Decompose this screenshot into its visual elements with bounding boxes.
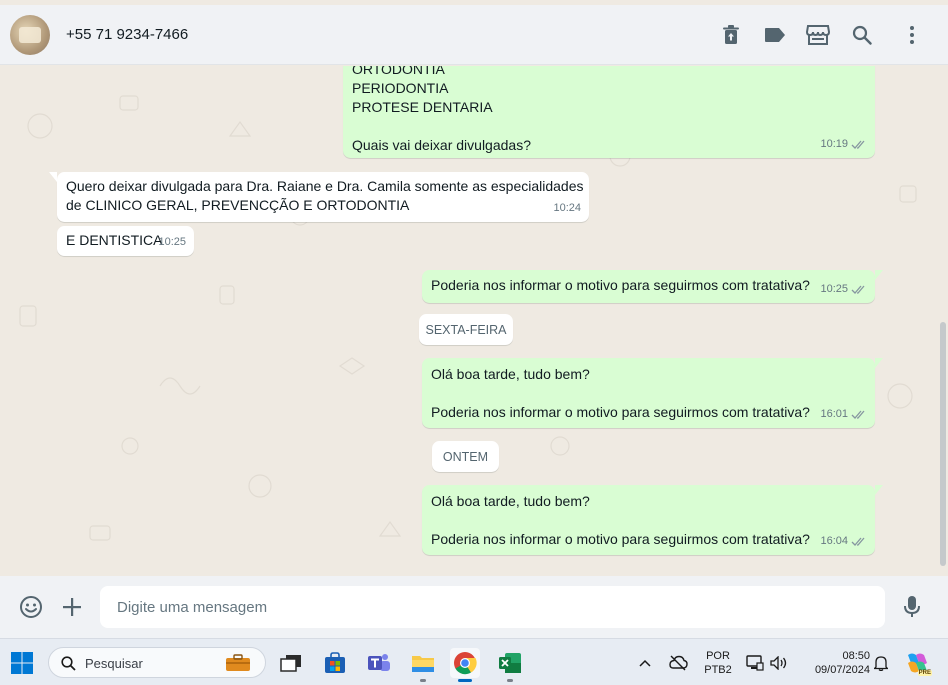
message-time: 10:19	[820, 138, 848, 150]
date-divider: SEXTA-FEIRA	[419, 314, 513, 345]
chat-header: +55 71 9234-7466	[0, 5, 948, 65]
message-text: Olá boa tarde, tudo bem? Poderia nos inf…	[431, 366, 810, 420]
search-icon[interactable]	[850, 23, 874, 47]
contact-name[interactable]: +55 71 9234-7466	[66, 26, 188, 43]
message-text: Poderia nos informar o motivo para segui…	[431, 277, 810, 293]
windows-start-icon[interactable]	[7, 648, 37, 678]
emoji-icon[interactable]	[18, 594, 44, 620]
briefcase-icon	[226, 654, 250, 671]
message-composer	[0, 576, 948, 638]
delete-icon[interactable]	[719, 23, 743, 47]
attach-plus-icon[interactable]	[59, 594, 85, 620]
microphone-icon[interactable]	[899, 594, 925, 620]
message-text: ORTODONTIA PERIODONTIA PROTESE DENTARIA …	[352, 66, 531, 153]
contact-avatar[interactable]	[10, 15, 50, 55]
volume-icon[interactable]	[766, 648, 792, 678]
taskbar-search[interactable]: Pesquisar	[48, 647, 266, 678]
show-hidden-icons-chevron-icon[interactable]	[632, 648, 658, 678]
message-meta: 16:04	[820, 532, 867, 551]
read-ticks-icon	[851, 140, 865, 149]
read-ticks-icon	[851, 285, 865, 294]
message-meta: 10:25	[158, 233, 186, 252]
taskbar-clock[interactable]: 08:50 09/07/2024	[800, 649, 870, 677]
search-icon	[61, 656, 76, 671]
menu-icon[interactable]	[900, 23, 924, 47]
file-explorer-icon[interactable]	[408, 648, 438, 682]
task-view-icon[interactable]	[276, 648, 306, 678]
teams-icon[interactable]	[364, 648, 394, 678]
keyboard-language[interactable]: POR PTB2	[700, 649, 736, 677]
onedrive-offline-icon[interactable]	[664, 648, 692, 678]
message-text: Quero deixar divulgada para Dra. Raiane …	[66, 178, 584, 213]
message-meta: 10:25	[820, 280, 867, 299]
microsoft-store-icon[interactable]	[320, 648, 350, 678]
message-input[interactable]	[100, 586, 885, 628]
message-incoming[interactable]: Quero deixar divulgada para Dra. Raiane …	[49, 172, 589, 222]
message-outgoing[interactable]: Olá boa tarde, tudo bem? Poderia nos inf…	[422, 358, 883, 428]
label-icon[interactable]	[763, 23, 787, 47]
chrome-icon[interactable]	[450, 648, 480, 682]
chat-messages-area[interactable]: ORTODONTIA PERIODONTIA PROTESE DENTARIA …	[0, 66, 948, 576]
message-outgoing[interactable]: Olá boa tarde, tudo bem? Poderia nos inf…	[422, 485, 883, 555]
excel-icon[interactable]	[495, 648, 525, 682]
message-text: E DENTISTICA	[66, 232, 163, 248]
message-meta: 10:19	[820, 135, 867, 154]
message-meta: 16:01	[820, 405, 867, 424]
search-label: Pesquisar	[85, 656, 143, 671]
store-icon[interactable]	[806, 23, 830, 47]
message-incoming[interactable]: E DENTISTICA 10:25	[57, 226, 194, 256]
message-time: 16:04	[820, 535, 848, 547]
windows-taskbar: Pesquisar POR PTB2 08:50 09/07/2024 PRE	[0, 638, 948, 685]
copilot-pre-badge: PRE	[917, 670, 932, 676]
notification-bell-icon[interactable]	[868, 648, 894, 678]
read-ticks-icon	[851, 537, 865, 546]
message-time: 16:01	[820, 408, 848, 420]
chat-scrollbar[interactable]	[940, 322, 946, 566]
read-ticks-icon	[851, 410, 865, 419]
message-time: 10:25	[158, 236, 186, 248]
message-outgoing[interactable]: Poderia nos informar o motivo para segui…	[422, 270, 883, 303]
message-text: Olá boa tarde, tudo bem? Poderia nos inf…	[431, 493, 810, 547]
message-meta: 10:24	[553, 199, 581, 218]
date-divider: ONTEM	[432, 441, 499, 472]
message-time: 10:24	[553, 202, 581, 214]
message-outgoing[interactable]: ORTODONTIA PERIODONTIA PROTESE DENTARIA …	[343, 66, 875, 158]
message-time: 10:25	[820, 283, 848, 295]
copilot-icon[interactable]: PRE	[902, 648, 932, 678]
network-icon[interactable]	[742, 648, 768, 678]
